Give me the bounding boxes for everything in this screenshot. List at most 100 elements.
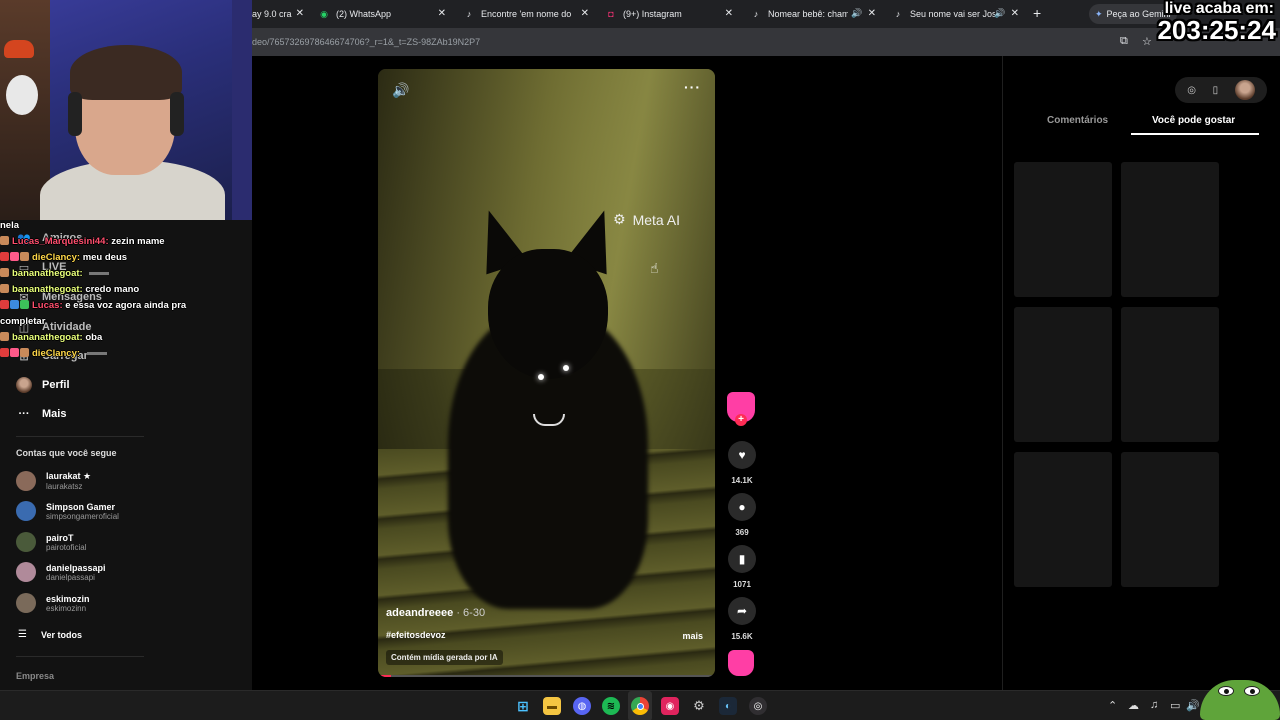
suggested-video-thumbnail[interactable] (1014, 307, 1112, 442)
spotify-icon[interactable]: ≋ (602, 697, 620, 715)
app-red-icon[interactable]: ◉ (661, 697, 679, 715)
tiktok-icon: ♪ (466, 9, 472, 19)
discord-icon[interactable]: ◍ (573, 697, 591, 715)
suggested-video-thumbnail[interactable] (1121, 452, 1219, 587)
badge-icon (0, 348, 9, 357)
chat-text: nela (0, 220, 20, 231)
microphone-icon[interactable]: ♫ (1150, 699, 1158, 711)
more-caption-button[interactable]: mais (682, 631, 703, 641)
list-icon: ☰ (18, 629, 27, 640)
share-icon: ➦ (736, 604, 748, 618)
stream-timer: live acaba em: 203:25:24 (1157, 0, 1276, 45)
divider (16, 656, 144, 657)
browser-tab[interactable]: ay 9.0 cra ✕ (252, 2, 304, 26)
file-explorer-icon[interactable]: ▬ (543, 697, 561, 715)
player-tools: ◎ ▯ (1175, 77, 1267, 103)
close-icon[interactable]: ✕ (438, 8, 446, 19)
more-options-icon[interactable]: ··· (684, 79, 701, 95)
chrome-icon[interactable] (631, 697, 649, 715)
suggested-video-thumbnail[interactable] (1121, 307, 1219, 442)
audio-icon[interactable]: 🔊 (994, 8, 1005, 19)
badge-icon (20, 300, 29, 309)
nav-profile[interactable]: Perfil (16, 377, 70, 393)
meta-ai-icon: ⚙ (613, 211, 626, 227)
avatar[interactable] (1234, 80, 1255, 100)
audio-icon[interactable]: 🔊 (851, 8, 862, 19)
browser-tab[interactable]: ♪ Encontre 'em nome do pa ✕ (463, 2, 589, 26)
follow-plus-icon[interactable]: + (735, 414, 747, 426)
right-panel: ◎ ▯ Comentários Você pode gostar (1002, 56, 1280, 690)
chat-message: bananathegoat: (0, 266, 250, 282)
share-button[interactable]: ➦ (728, 597, 756, 625)
followed-account[interactable]: danielpassapi danielpassapi (16, 562, 106, 582)
settings-icon[interactable]: ⚙ (690, 697, 708, 715)
see-all-link[interactable]: ☰ Ver todos (18, 629, 82, 640)
badge-icon (0, 268, 9, 277)
browser-tab[interactable]: ♪ Nomear bebê: chamar 🔊 ✕ (750, 2, 876, 26)
music-disc[interactable] (728, 650, 754, 676)
video-author[interactable]: adeandreeee · 6-30 (386, 607, 485, 619)
new-tab-button[interactable]: + (1033, 6, 1041, 20)
chevron-up-icon[interactable]: ⌃ (1108, 699, 1117, 712)
video-player[interactable]: 🔊 ··· ⚙ Meta AI adeandreeee · 6-30 #efei… (378, 69, 715, 677)
like-button[interactable]: ♥ (728, 441, 756, 469)
suggested-video-thumbnail[interactable] (1121, 162, 1219, 297)
volume-icon[interactable]: 🔊 (392, 82, 409, 99)
chat-message: completar (0, 314, 250, 330)
tiktok-icon: ♪ (753, 9, 759, 19)
chat-message: dieClancy: (0, 346, 250, 362)
tiktok-icon: ♪ (895, 9, 901, 19)
video-hashtag[interactable]: #efeitosdevoz (386, 630, 446, 640)
windows-start-icon[interactable]: ⊞ (514, 697, 532, 715)
video-creature (428, 189, 678, 609)
badge-icon (20, 252, 29, 261)
followed-account[interactable]: eskimozin eskimozinn (16, 593, 90, 613)
badge-icon (20, 348, 29, 357)
chat-username: bananathegoat: (12, 284, 83, 295)
phone-icon[interactable]: ▯ (1213, 85, 1219, 96)
display-icon[interactable]: ▭ (1170, 699, 1180, 712)
followed-account[interactable]: pairoT pairotoficial (16, 532, 86, 552)
browser-tab[interactable]: ♪ Seu nome vai ser José 🔊 ✕ (892, 2, 1019, 26)
volume-icon[interactable]: 🔊 (1186, 699, 1200, 712)
save-button[interactable]: ▮ (728, 545, 756, 573)
chat-text: zezin mame (111, 236, 165, 247)
address-bar[interactable]: deo/7657326978646674706?_r=1&_t=ZS-98ZAb… (252, 28, 1280, 56)
nav-more[interactable]: ··· Mais (16, 406, 67, 422)
tab-comments[interactable]: Comentários (1047, 115, 1108, 126)
comment-button[interactable]: ● (728, 493, 756, 521)
chat-message: dieClancy: meu deus (0, 250, 250, 266)
windows-taskbar: ⊞ ▬ ◍ ≋ ◉ ⚙ ◐ ◎ ⌃ ☁ ♫ ▭ 🔊 (0, 690, 1280, 720)
suggested-video-thumbnail[interactable] (1014, 162, 1112, 297)
chat-message: bananathegoat: oba (0, 330, 250, 346)
chat-badges (0, 266, 10, 282)
star-icon[interactable]: ☆ (1142, 35, 1152, 48)
chat-badges (0, 250, 30, 266)
badge-icon (0, 332, 9, 341)
followed-account[interactable]: Simpson Gamer simpsongameroficial (16, 501, 119, 521)
emote-icon (86, 351, 107, 355)
company-link[interactable]: Empresa (16, 671, 54, 681)
close-icon[interactable]: ✕ (1011, 8, 1019, 19)
chat-username: bananathegoat: (12, 268, 83, 279)
suggested-video-thumbnail[interactable] (1014, 452, 1112, 587)
chat-username: Lucas_Marquesini44: (12, 236, 109, 247)
browser-tab[interactable]: ◘ (9+) Instagram ✕ (605, 2, 733, 26)
close-icon[interactable]: ✕ (581, 8, 589, 19)
translate-icon[interactable]: ⧉ (1120, 35, 1128, 48)
cloud-icon[interactable]: ☁ (1128, 699, 1139, 712)
stream-chat: nela Lucas_Marquesini44: zezin mame dieCla… (0, 218, 250, 362)
bookmark-icon: ▮ (738, 552, 746, 566)
tab-suggested[interactable]: Você pode gostar (1152, 115, 1235, 126)
browser-tab[interactable]: ◉ (2) WhatsApp ✕ (318, 2, 446, 26)
close-icon[interactable]: ✕ (725, 8, 733, 19)
close-icon[interactable]: ✕ (868, 8, 876, 19)
url-text[interactable]: deo/7657326978646674706?_r=1&_t=ZS-98ZAb… (252, 37, 480, 47)
video-progress-bar[interactable] (378, 675, 715, 677)
compass-icon[interactable]: ◎ (1187, 85, 1196, 96)
close-icon[interactable]: ✕ (296, 8, 304, 19)
obs-icon[interactable]: ◎ (749, 697, 767, 715)
steam-icon[interactable]: ◐ (719, 697, 737, 715)
followed-account[interactable]: laurakat ★ laurakatsz (16, 471, 91, 491)
webcam-overlay (0, 0, 252, 220)
